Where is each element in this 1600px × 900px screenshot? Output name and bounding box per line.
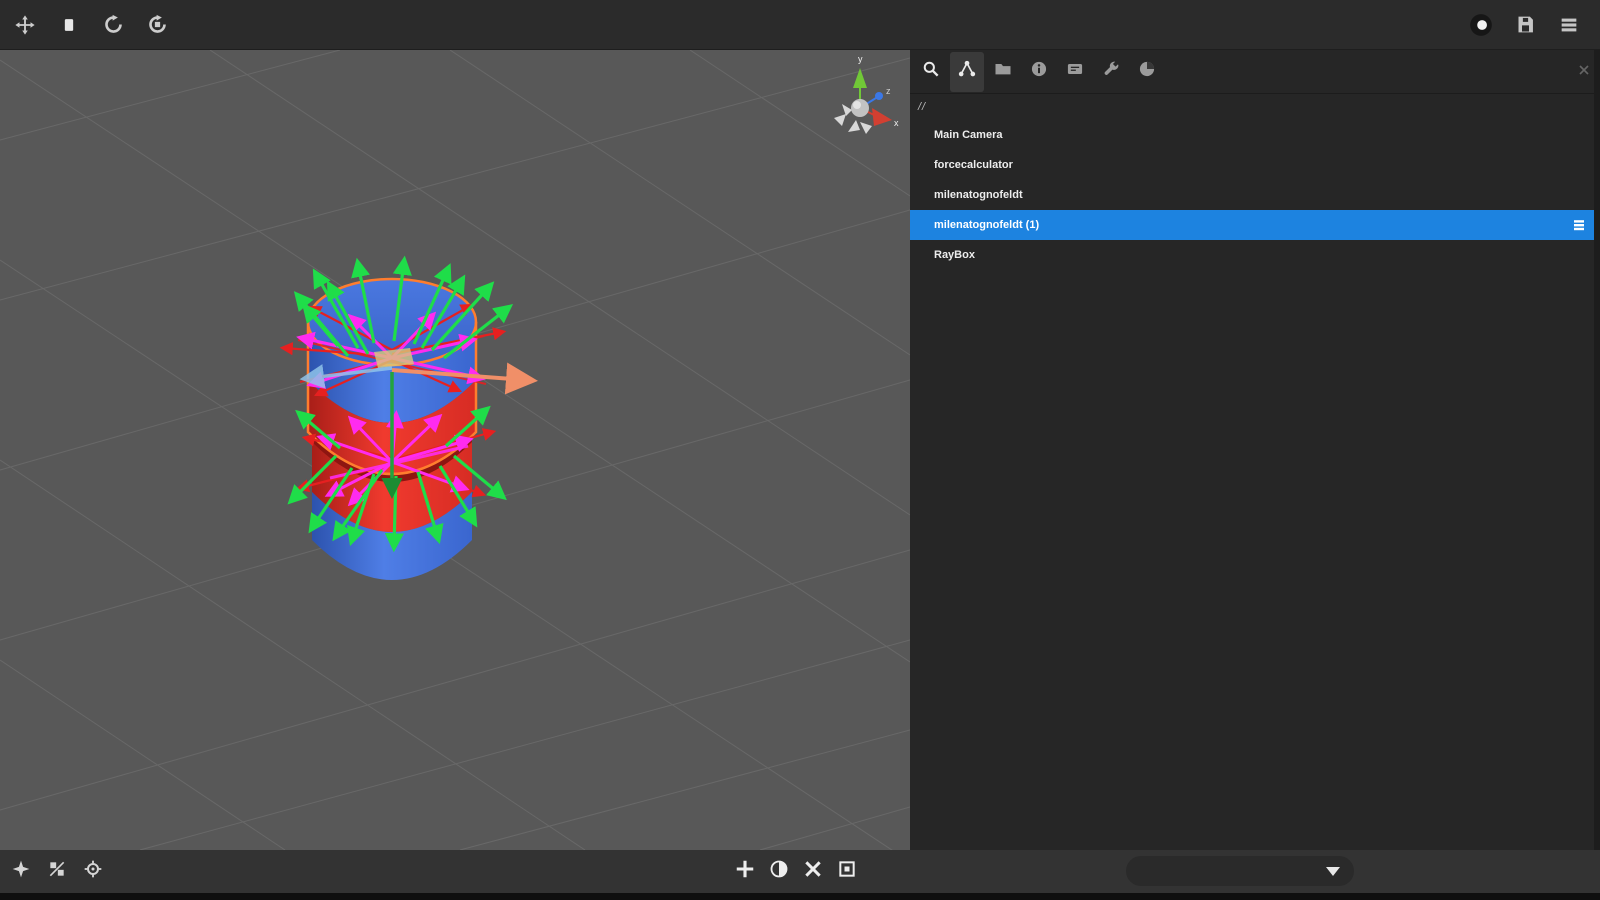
hierarchy-panel: // Main Camera forcecalculator milenatog… <box>910 50 1600 850</box>
tab-wrench[interactable] <box>1094 52 1128 92</box>
tab-console[interactable] <box>1058 52 1092 92</box>
contrast-button[interactable] <box>766 859 792 885</box>
list-item-label: forcecalculator <box>934 159 1013 171</box>
hierarchy-icon <box>957 59 977 84</box>
frame-button[interactable] <box>834 859 860 885</box>
save-button[interactable] <box>1510 10 1540 40</box>
panel-close-button[interactable] <box>1576 64 1592 80</box>
app-window: y z x <box>0 0 1600 900</box>
snap-button[interactable] <box>44 859 70 885</box>
bottom-edge-strip <box>0 893 1600 900</box>
menu-button[interactable] <box>1554 10 1584 40</box>
rotate-rect-tool-icon <box>147 14 168 35</box>
list-item-label: RayBox <box>934 249 975 261</box>
wrench-icon <box>1101 59 1121 84</box>
list-item-main-camera[interactable]: Main Camera <box>910 120 1600 150</box>
scene-canvas: y z x <box>0 50 910 850</box>
diamond-button[interactable] <box>8 859 34 885</box>
stop-tool-icon <box>59 15 79 35</box>
close-icon <box>1578 63 1590 81</box>
xmark-icon <box>803 859 823 884</box>
scene-dropdown[interactable] <box>1126 856 1354 886</box>
add-button[interactable] <box>732 859 758 885</box>
record-icon <box>1468 12 1494 38</box>
sprocket-button[interactable] <box>80 859 106 885</box>
gizmo-x-label: x <box>894 118 899 128</box>
gizmo-y-label: y <box>858 54 863 64</box>
hierarchy-list: Main Camera forcecalculator milenatognof… <box>910 120 1600 270</box>
panel-scrollbar[interactable] <box>1594 50 1600 850</box>
breadcrumb: // <box>910 94 1600 120</box>
move-tool-button[interactable] <box>10 10 40 40</box>
bottom-left-group <box>0 859 106 885</box>
scene-viewport[interactable]: y z x <box>0 50 910 850</box>
list-item-label: milenatognofeldt (1) <box>934 219 1039 231</box>
pie-icon <box>1137 59 1157 84</box>
rotate-rect-tool-button[interactable] <box>142 10 172 40</box>
diamond-icon <box>11 859 31 884</box>
item-options-icon[interactable] <box>1572 218 1586 235</box>
chevron-down-icon <box>1326 867 1340 876</box>
contrast-icon <box>769 859 789 884</box>
panel-tab-bar <box>910 50 1600 94</box>
top-toolbar <box>0 0 1600 50</box>
list-item-label: Main Camera <box>934 129 1002 141</box>
search-icon <box>921 59 941 84</box>
record-button[interactable] <box>1466 10 1496 40</box>
save-icon <box>1515 14 1536 35</box>
top-toolbar-left-group <box>0 10 172 40</box>
console-icon <box>1065 59 1085 84</box>
tab-search[interactable] <box>914 52 948 92</box>
list-item-milenatognofeldt-1[interactable]: milenatognofeldt (1) <box>910 210 1600 240</box>
stop-tool-button[interactable] <box>54 10 84 40</box>
list-item-forcecalculator[interactable]: forcecalculator <box>910 150 1600 180</box>
info-icon <box>1029 59 1049 84</box>
rotate-tool-icon <box>103 14 124 35</box>
list-item-milenatognofeldt[interactable]: milenatognofeldt <box>910 180 1600 210</box>
plus-icon <box>734 858 756 885</box>
gizmo-z-label: z <box>886 86 891 96</box>
tab-hierarchy[interactable] <box>950 52 984 92</box>
tab-folder[interactable] <box>986 52 1020 92</box>
snap-icon <box>47 859 67 884</box>
tab-info[interactable] <box>1022 52 1056 92</box>
tab-pie[interactable] <box>1130 52 1164 92</box>
folder-icon <box>993 59 1013 84</box>
list-item-raybox[interactable]: RayBox <box>910 240 1600 270</box>
close-scene-button[interactable] <box>800 859 826 885</box>
bottom-center-group <box>732 859 860 885</box>
frame-icon <box>837 859 857 884</box>
bottom-toolbar <box>0 850 1600 893</box>
menu-icon <box>1558 14 1580 36</box>
rotate-tool-button[interactable] <box>98 10 128 40</box>
top-toolbar-right-group <box>1466 10 1600 40</box>
list-item-label: milenatognofeldt <box>934 189 1023 201</box>
sprocket-icon <box>83 859 103 884</box>
move-tool-icon <box>14 14 36 36</box>
